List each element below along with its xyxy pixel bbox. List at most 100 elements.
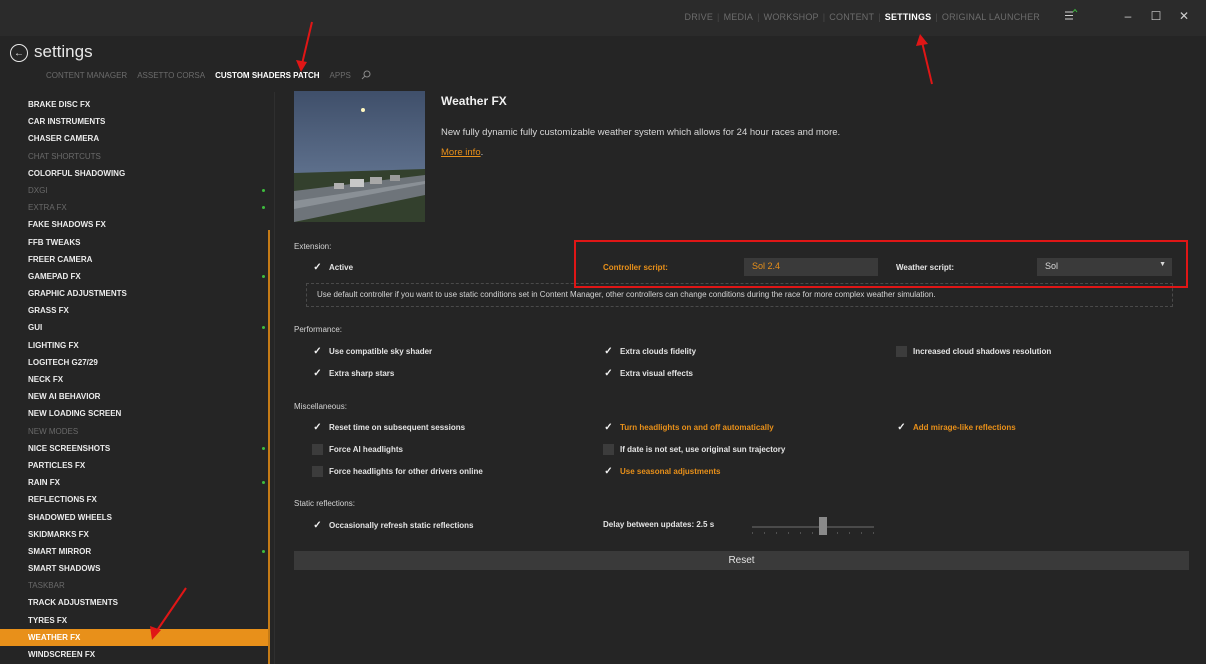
- sidebar-item-grass-fx[interactable]: GRASS FX: [0, 302, 270, 319]
- option-label: Add mirage-like reflections: [913, 423, 1016, 432]
- sidebar-item-gamepad-fx[interactable]: GAMEPAD FX: [0, 268, 270, 285]
- sidebar-item-label: NEW MODES: [28, 426, 79, 436]
- top-nav: DRIVE | MEDIA | WORKSHOP | CONTENT | SETTING…: [685, 12, 1040, 22]
- check-icon: ✓: [604, 422, 613, 433]
- status-dot-icon: [262, 206, 265, 210]
- sidebar-item-car-instruments[interactable]: CAR INSTRUMENTS: [0, 113, 270, 130]
- check-icon: ✓: [604, 346, 613, 357]
- slider-thumb[interactable]: [818, 517, 827, 535]
- top-nav-separator: |: [878, 12, 881, 22]
- option-force-ai-headlights[interactable]: Force AI headlights: [312, 444, 403, 455]
- option-label: Increased cloud shadows resolution: [913, 347, 1052, 356]
- sidebar-item-lighting-fx[interactable]: LIGHTING FX: [0, 337, 270, 354]
- sidebar-item-chat-shortcuts[interactable]: CHAT SHORTCUTS: [0, 148, 270, 165]
- maximize-button[interactable]: ☐: [1142, 6, 1170, 26]
- option-original-sun-trajectory[interactable]: If date is not set, use original sun tra…: [603, 444, 785, 455]
- sidebar-item-rain-fx[interactable]: RAIN FX: [0, 474, 270, 491]
- option-auto-headlights[interactable]: ✓ Turn headlights on and off automaticall…: [603, 422, 774, 433]
- title-bar: DRIVE | MEDIA | WORKSHOP | CONTENT | SETTING…: [0, 0, 1206, 36]
- sidebar-item-new-loading-screen[interactable]: NEW LOADING SCREEN: [0, 405, 270, 422]
- minimize-button[interactable]: –: [1114, 6, 1142, 26]
- option-label: Force AI headlights: [329, 445, 403, 454]
- sidebar-item-shadowed-wheels[interactable]: SHADOWED WHEELS: [0, 509, 270, 526]
- sidebar-item-weather-fx[interactable]: WEATHER FX: [0, 628, 270, 646]
- checkbox-empty: [312, 444, 323, 455]
- sidebar-item-neck-fx[interactable]: NECK FX: [0, 371, 270, 388]
- performance-section-title: Performance:: [294, 325, 343, 334]
- sidebar-item-label: DXGI: [28, 185, 48, 195]
- sidebar-item-chaser-camera[interactable]: CHASER CAMERA: [0, 130, 270, 147]
- slider-ticks: [752, 532, 874, 534]
- option-extra-visual-effects[interactable]: ✓ Extra visual effects: [603, 368, 693, 379]
- option-force-headlights-online[interactable]: Force headlights for other drivers onlin…: [312, 466, 483, 477]
- top-nav-separator: |: [757, 12, 760, 22]
- top-nav-drive[interactable]: DRIVE: [685, 12, 714, 22]
- option-label: Turn headlights on and off automatically: [620, 423, 774, 432]
- status-dot-icon: [262, 188, 265, 192]
- sidebar-item-particles-fx[interactable]: PARTICLES FX: [0, 457, 270, 474]
- tab-custom-shaders-patch[interactable]: CUSTOM SHADERS PATCH: [215, 71, 319, 80]
- sidebar-item-nice-screenshots[interactable]: NICE SCREENSHOTS: [0, 440, 270, 457]
- slider-track: [752, 526, 874, 528]
- option-label: Reset time on subsequent sessions: [329, 423, 466, 432]
- tab-apps[interactable]: APPS: [330, 71, 351, 80]
- option-reset-time[interactable]: ✓ Reset time on subsequent sessions: [312, 422, 465, 433]
- sidebar-item-graphic-adjustments[interactable]: GRAPHIC ADJUSTMENTS: [0, 285, 270, 302]
- option-label: Extra visual effects: [620, 369, 693, 378]
- sidebar-item-fake-shadows-fx[interactable]: FAKE SHADOWS FX: [0, 216, 270, 233]
- top-nav-settings[interactable]: SETTINGS: [885, 12, 932, 22]
- top-nav-workshop[interactable]: WORKSHOP: [764, 12, 819, 22]
- sidebar-item-track-adjustments[interactable]: TRACK ADJUSTMENTS: [0, 594, 270, 611]
- sidebar-item-ffb-tweaks[interactable]: FFB TWEAKS: [0, 234, 270, 251]
- sidebar-item-windscreen-fx[interactable]: WINDSCREEN FX: [0, 646, 270, 663]
- weather-preview-image: [294, 91, 425, 222]
- sidebar-scrollbar[interactable]: [268, 230, 270, 664]
- sidebar-item-new-modes[interactable]: NEW MODES: [0, 423, 270, 440]
- delay-label-text: Delay between updates: 2.5 s: [603, 520, 715, 529]
- menu-update-icon[interactable]: [1064, 8, 1078, 22]
- option-extra-clouds-fidelity[interactable]: ✓ Extra clouds fidelity: [603, 346, 696, 357]
- tab-content-manager[interactable]: CONTENT MANAGER: [46, 71, 127, 80]
- sidebar-item-gui[interactable]: GUI: [0, 319, 270, 336]
- extension-section-title: Extension:: [294, 242, 332, 251]
- back-arrow-icon[interactable]: ←: [10, 44, 28, 62]
- sidebar-item-extra-fx[interactable]: EXTRA FX: [0, 199, 270, 216]
- sidebar-item-smart-shadows[interactable]: SMART SHADOWS: [0, 560, 270, 577]
- option-increased-cloud-shadows[interactable]: Increased cloud shadows resolution: [896, 346, 1051, 357]
- sidebar-item-label: SKIDMARKS FX: [28, 529, 89, 539]
- sidebar-item-taskbar[interactable]: TASKBAR: [0, 577, 270, 594]
- sidebar-item-label: CHAT SHORTCUTS: [28, 151, 101, 161]
- sidebar-item-colorful-shadowing[interactable]: COLORFUL SHADOWING: [0, 165, 270, 182]
- sidebar-item-dxgi[interactable]: DXGI: [0, 182, 270, 199]
- option-label: Extra sharp stars: [329, 369, 395, 378]
- active-checkbox[interactable]: ✓ Active: [312, 262, 353, 273]
- annotation-arrow-icon: [921, 41, 933, 85]
- top-nav-content[interactable]: CONTENT: [829, 12, 874, 22]
- option-seasonal-adjustments[interactable]: ✓ Use seasonal adjustments: [603, 466, 720, 477]
- reset-button[interactable]: Reset: [294, 551, 1189, 570]
- more-info-link[interactable]: More info: [441, 147, 481, 158]
- sidebar-item-brake-disc-fx[interactable]: BRAKE DISC FX: [0, 96, 270, 113]
- option-compatible-sky-shader[interactable]: ✓ Use compatible sky shader: [312, 346, 432, 357]
- option-refresh-static-reflections[interactable]: ✓ Occasionally refresh static reflections: [312, 520, 473, 531]
- sidebar-item-reflections-fx[interactable]: REFLECTIONS FX: [0, 491, 270, 508]
- sidebar-item-label: FFB TWEAKS: [28, 237, 81, 247]
- top-nav-original-launcher[interactable]: ORIGINAL LAUNCHER: [942, 12, 1040, 22]
- close-button[interactable]: ✕: [1170, 6, 1198, 26]
- search-icon[interactable]: [361, 70, 371, 80]
- sidebar: BRAKE DISC FX CAR INSTRUMENTS CHASER CAMER…: [0, 96, 270, 663]
- option-extra-sharp-stars[interactable]: ✓ Extra sharp stars: [312, 368, 394, 379]
- sidebar-item-smart-mirror[interactable]: SMART MIRROR: [0, 543, 270, 560]
- sidebar-item-freer-camera[interactable]: FREER CAMERA: [0, 251, 270, 268]
- checkbox-empty: [896, 346, 907, 357]
- sidebar-item-skidmarks-fx[interactable]: SKIDMARKS FX: [0, 526, 270, 543]
- check-icon: ✓: [604, 368, 613, 379]
- sidebar-item-tyres-fx[interactable]: TYRES FX: [0, 612, 270, 629]
- sidebar-item-new-ai-behavior[interactable]: NEW AI BEHAVIOR: [0, 388, 270, 405]
- option-mirage-reflections[interactable]: ✓ Add mirage-like reflections: [896, 422, 1016, 433]
- sidebar-item-label: WEATHER FX: [28, 632, 81, 642]
- top-nav-media[interactable]: MEDIA: [724, 12, 754, 22]
- delay-slider[interactable]: [752, 517, 874, 535]
- tab-assetto-corsa[interactable]: ASSETTO CORSA: [137, 71, 205, 80]
- sidebar-item-logitech-g27-29[interactable]: LOGITECH G27/29: [0, 354, 270, 371]
